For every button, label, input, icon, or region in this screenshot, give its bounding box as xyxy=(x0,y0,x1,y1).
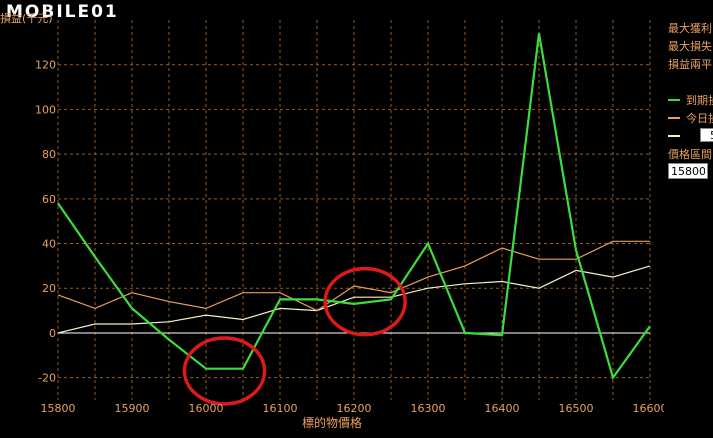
max-loss-label: 最大損失 xyxy=(668,40,712,53)
legend-swatch xyxy=(668,135,680,137)
y-axis-title: 損益(千元) xyxy=(0,12,53,25)
y-tick-label: 0 xyxy=(49,327,56,340)
legend-today[interactable]: 今日損益 xyxy=(668,110,713,126)
period-input[interactable]: 5 xyxy=(700,128,713,142)
legend-expiry[interactable]: 到期損益 xyxy=(668,92,713,108)
y-tick-label: 120 xyxy=(35,59,56,72)
chart-window: 15800 15900 16000 16100 16200 16300 16400 16500… xyxy=(0,0,713,438)
breakeven-label: 損益兩平 xyxy=(668,58,712,71)
y-tick-label: 60 xyxy=(42,193,56,206)
y-tick-label: -20 xyxy=(38,372,56,385)
side-panel: 最大獲利 最大損失 損益兩平 到期損益 今日損益 5 價格區間 xyxy=(664,0,713,438)
y-tick-label: 80 xyxy=(42,148,56,161)
legend-label: 今日損益 xyxy=(686,112,713,125)
y-tick-label: 100 xyxy=(35,103,56,116)
max-profit-label: 最大獲利 xyxy=(668,22,712,35)
legend-swatch xyxy=(668,99,680,101)
pnl-chart: 15800 15900 16000 16100 16200 16300 16400 16500… xyxy=(0,0,664,438)
y-tick-label: 40 xyxy=(42,238,56,251)
price-range-label: 價格區間 xyxy=(668,148,712,161)
price-start-input[interactable] xyxy=(668,163,708,179)
x-axis-title: 標的物價格 xyxy=(301,416,362,430)
y-tick-label: 20 xyxy=(42,282,56,295)
legend-swatch xyxy=(668,117,680,119)
legend-label: 到期損益 xyxy=(686,94,713,107)
plot-background xyxy=(0,0,664,438)
